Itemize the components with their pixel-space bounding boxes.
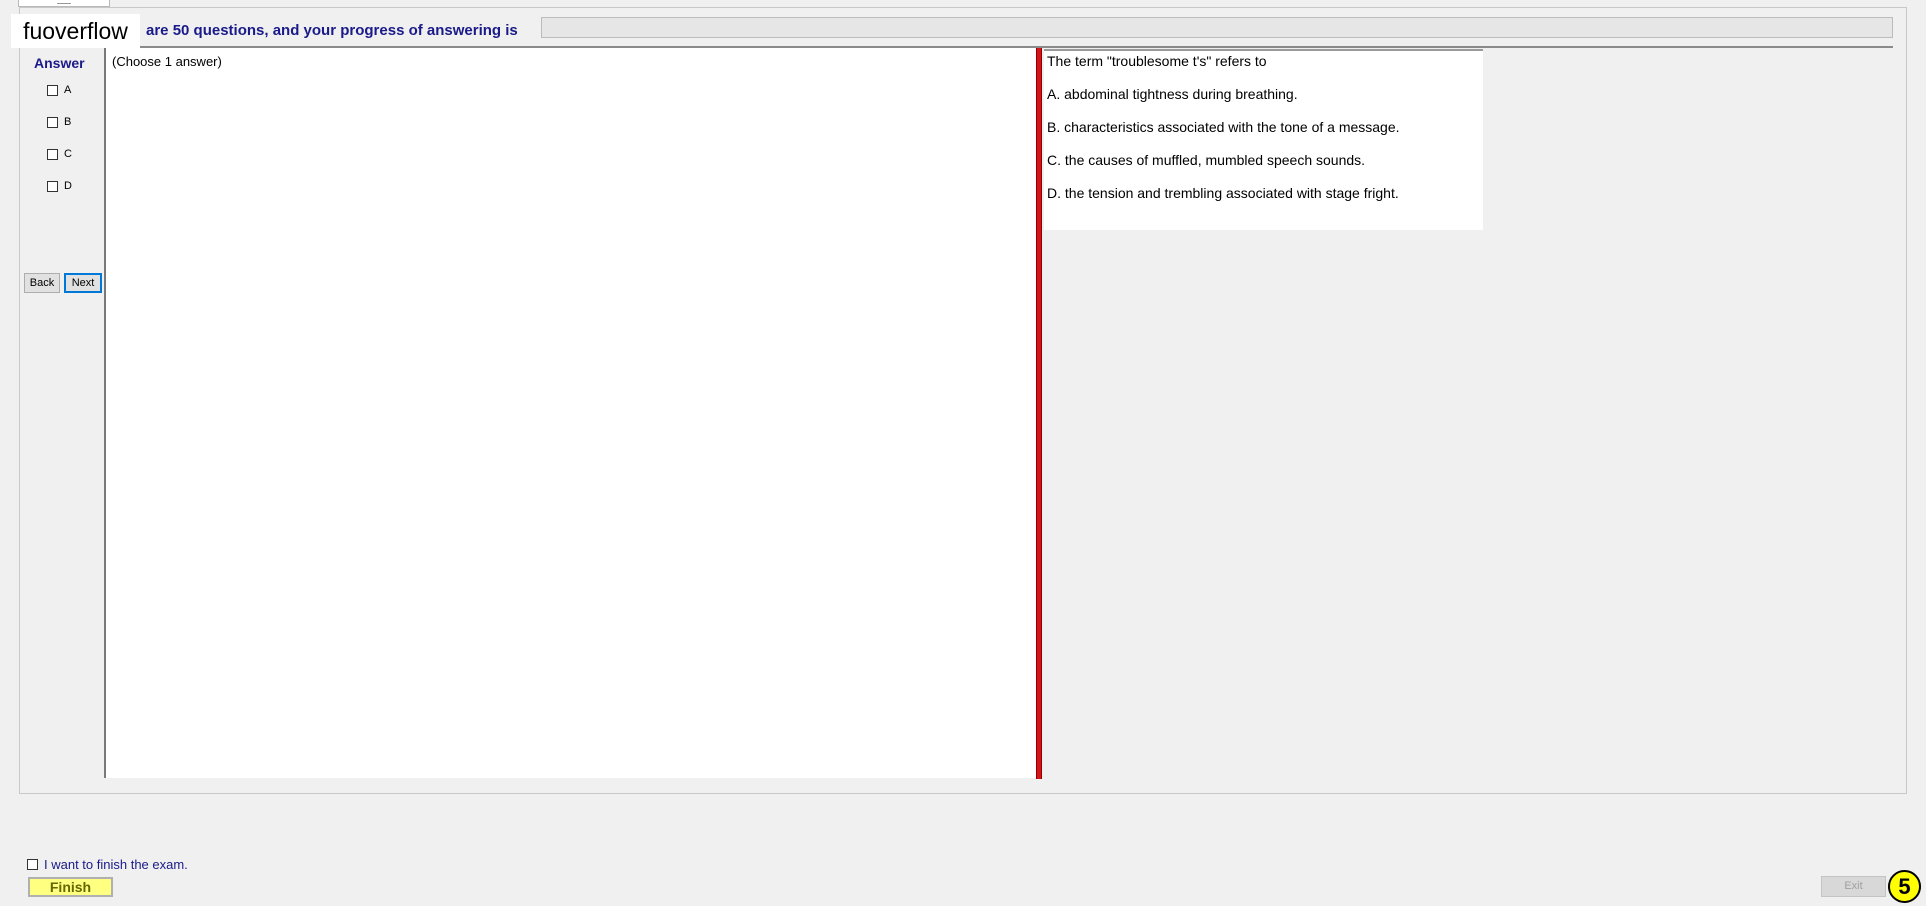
step-badge: 5: [1888, 870, 1921, 903]
question-option-a: A. abdominal tightness during breathing.: [1047, 86, 1298, 102]
finish-confirm-label: I want to finish the exam.: [44, 857, 188, 872]
finish-confirm[interactable]: I want to finish the exam.: [27, 857, 188, 872]
answer-checkbox-d[interactable]: [47, 180, 58, 192]
finish-confirm-checkbox[interactable]: [27, 859, 38, 870]
logo: fuoverflow: [11, 14, 140, 48]
next-button[interactable]: Next: [64, 273, 102, 293]
answer-option-label: A: [64, 84, 72, 96]
question-option-c: C. the causes of muffled, mumbled speech…: [1047, 152, 1366, 168]
question-option-d: D. the tension and trembling associated …: [1047, 185, 1399, 201]
progress-bar: [541, 17, 1893, 38]
answer-title: Answer: [34, 55, 85, 71]
answer-option-a[interactable]: A: [47, 82, 71, 98]
answer-option-label: C: [64, 148, 72, 160]
answer-checkbox-a[interactable]: [47, 84, 58, 96]
answer-option-c[interactable]: C: [47, 146, 72, 162]
answer-option-label: D: [64, 180, 72, 192]
answer-option-d[interactable]: D: [47, 178, 72, 194]
instruction-pane: (Choose 1 answer): [104, 48, 1038, 778]
answer-option-b[interactable]: B: [47, 114, 71, 130]
back-button[interactable]: Back: [24, 273, 60, 293]
exit-button[interactable]: Exit: [1821, 876, 1886, 897]
progress-text: are 50 questions, and your progress of a…: [146, 22, 518, 39]
answer-option-label: B: [64, 116, 72, 128]
answer-checkbox-c[interactable]: [47, 148, 58, 160]
question-option-b: B. characteristics associated with the t…: [1047, 119, 1400, 135]
question-panel: The term "troublesome t's" refers to A. …: [1044, 49, 1483, 230]
instruction-text: (Choose 1 answer): [112, 54, 222, 69]
window-tab[interactable]: [18, 0, 110, 7]
question-stem: The term "troublesome t's" refers to: [1047, 53, 1267, 69]
finish-button[interactable]: Finish: [28, 877, 113, 897]
answer-checkbox-b[interactable]: [47, 116, 58, 128]
pane-splitter[interactable]: [1036, 48, 1042, 779]
